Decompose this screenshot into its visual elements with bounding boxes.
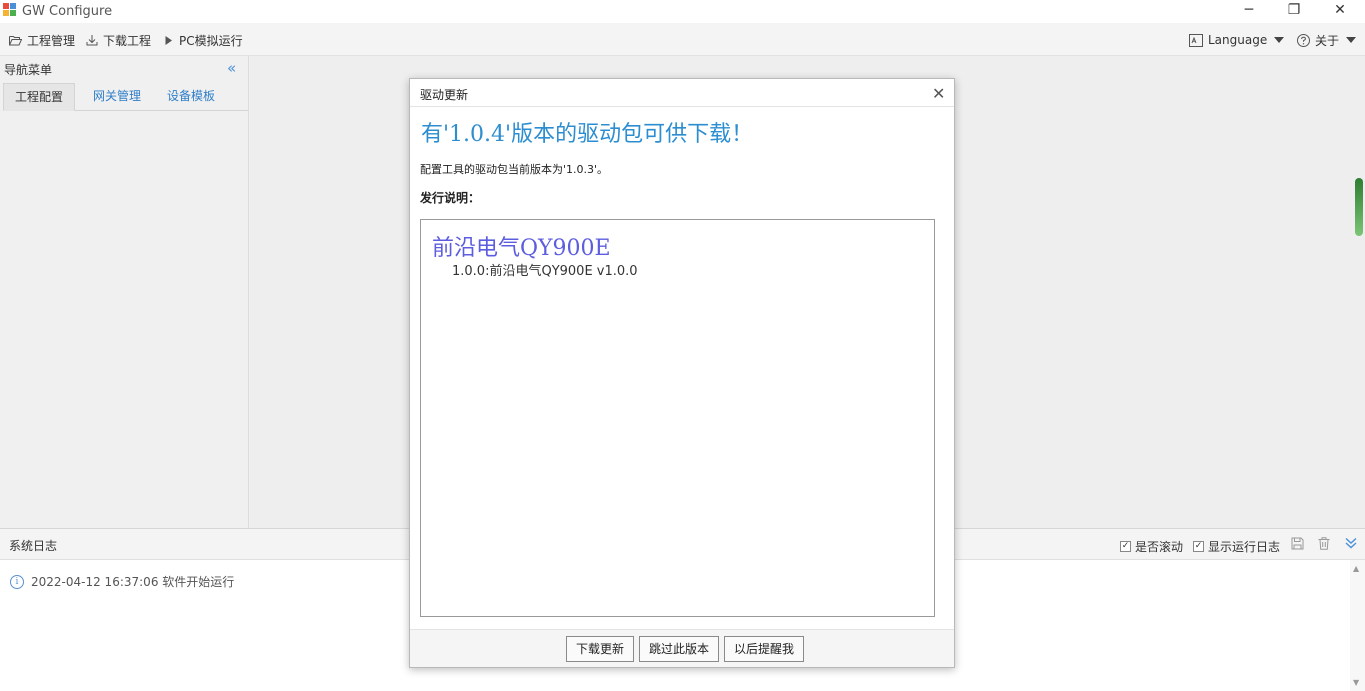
window-title: GW Configure	[22, 4, 113, 19]
release-notes-box[interactable]: 前沿电气QY900E 1.0.0:前沿电气QY900E v1.0.0	[420, 219, 935, 617]
log-scrollbar[interactable]: ▲ ▼	[1350, 560, 1365, 691]
skip-version-button[interactable]: 跳过此版本	[639, 636, 719, 662]
pc-simulate-label: PC模拟运行	[179, 33, 243, 48]
navigation-sidebar: 导航菜单 « 工程配置 网关管理 设备模板	[0, 56, 249, 528]
download-project-button[interactable]: 下载工程	[86, 32, 151, 48]
language-icon	[1189, 33, 1203, 47]
download-project-label: 下载工程	[103, 33, 152, 48]
language-label: Language	[1208, 33, 1268, 47]
app-logo-icon	[3, 3, 17, 17]
save-icon[interactable]	[1291, 537, 1304, 550]
checkbox-checked-icon: ✓	[1120, 541, 1131, 552]
dialog-titlebar: 驱动更新 ✕	[410, 79, 954, 107]
help-circle-icon	[1297, 33, 1310, 47]
pc-simulate-button[interactable]: PC模拟运行	[164, 32, 243, 48]
collapse-panel-icon[interactable]	[1345, 537, 1357, 549]
scroll-up-icon[interactable]: ▲	[1353, 564, 1359, 573]
caret-down-icon	[1346, 37, 1357, 43]
main-toolbar: 工程管理 下载工程 PC模拟运行 Language 关于	[0, 23, 1365, 56]
log-entry-text: 2022-04-12 16:37:06 软件开始运行	[31, 575, 235, 589]
log-entry: i 2022-04-12 16:37:06 软件开始运行	[10, 573, 234, 590]
scroll-down-icon[interactable]: ▼	[1353, 678, 1359, 687]
auto-scroll-checkbox[interactable]: ✓ 是否滚动	[1120, 538, 1183, 555]
show-run-log-checkbox[interactable]: ✓ 显示运行日志	[1193, 538, 1280, 555]
project-manage-button[interactable]: 工程管理	[9, 32, 75, 48]
update-available-heading: 有'1.0.4'版本的驱动包可供下载！	[421, 122, 754, 147]
project-manage-label: 工程管理	[27, 33, 76, 48]
folder-open-icon	[9, 35, 22, 45]
window-titlebar: GW Configure ─ ❐ ✕	[0, 0, 1365, 23]
restore-button[interactable]: ❐	[1271, 0, 1317, 23]
play-icon	[165, 35, 172, 45]
driver-update-dialog: 驱动更新 ✕ 有'1.0.4'版本的驱动包可供下载！ 配置工具的驱动包当前版本为…	[409, 78, 955, 668]
collapse-sidebar-icon[interactable]: «	[227, 59, 236, 77]
show-run-log-label: 显示运行日志	[1208, 540, 1281, 554]
minimize-button[interactable]: ─	[1226, 0, 1272, 23]
release-notes-line: 1.0.0:前沿电气QY900E v1.0.0	[452, 264, 638, 279]
dialog-close-icon[interactable]: ✕	[932, 84, 945, 103]
dialog-title: 驱动更新	[420, 88, 469, 102]
tab-device-template[interactable]: 设备模板	[156, 83, 226, 111]
trash-icon[interactable]	[1318, 537, 1330, 550]
current-version-text: 配置工具的驱动包当前版本为'1.0.3'。	[420, 163, 609, 176]
about-label: 关于	[1315, 33, 1340, 48]
caret-down-icon	[1274, 37, 1285, 43]
release-notes-title: 前沿电气QY900E	[432, 236, 611, 261]
auto-scroll-label: 是否滚动	[1135, 540, 1184, 554]
release-notes-label: 发行说明：	[420, 191, 481, 205]
download-update-button[interactable]: 下载更新	[566, 636, 634, 662]
sidebar-header: 导航菜单	[4, 63, 53, 77]
info-icon: i	[10, 574, 24, 589]
dialog-footer: 下载更新 跳过此版本 以后提醒我	[410, 629, 954, 667]
about-dropdown[interactable]: 关于	[1297, 32, 1361, 48]
tab-project-config[interactable]: 工程配置	[3, 83, 76, 111]
checkbox-checked-icon: ✓	[1193, 541, 1204, 552]
language-dropdown[interactable]: Language	[1189, 32, 1289, 48]
sidebar-tabs: 工程配置 网关管理 设备模板	[3, 83, 248, 111]
download-icon	[86, 35, 98, 46]
log-title: 系统日志	[9, 539, 58, 553]
close-window-button[interactable]: ✕	[1317, 0, 1363, 23]
workspace-scroll-handle[interactable]	[1355, 178, 1363, 236]
remind-later-button[interactable]: 以后提醒我	[724, 636, 804, 662]
tab-gateway-manage[interactable]: 网关管理	[82, 83, 152, 111]
